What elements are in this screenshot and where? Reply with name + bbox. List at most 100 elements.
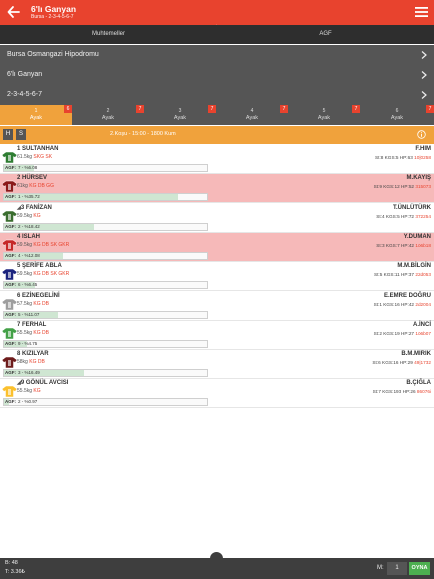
weight-value: 58kg	[17, 359, 28, 366]
coupon-total: T: 3.36₺	[5, 569, 26, 575]
leg-tab-3[interactable]: 3 Ayak 7	[144, 105, 216, 125]
s-filter-button[interactable]: S	[16, 129, 26, 140]
stats-text: St:1 KGS:16 HP:42	[373, 301, 415, 307]
jockey-silk-icon	[2, 181, 17, 193]
horse-weight: 61kg KG DB GG	[17, 183, 54, 189]
coupon-footer: B: 48 T: 3.36₺ M: 1 OYNA	[0, 558, 434, 579]
leg-tab-4[interactable]: 4 Ayak 7	[216, 105, 288, 125]
last-races: 22d053	[415, 272, 431, 278]
tab-agf[interactable]: AGF	[217, 25, 434, 44]
horse-name-text: 4 ISLAH	[17, 233, 41, 240]
leg-tab-2[interactable]: 2 Ayak 7	[72, 105, 144, 125]
leg-count-badge: 7	[352, 105, 360, 113]
agf-text: 3 - %16.49	[18, 370, 40, 376]
race-details: 2.Koşu - 15:00 - 1800 Kum	[110, 131, 176, 137]
horse-name: 1 SULTANHAN	[17, 146, 58, 152]
hippodrome-selector[interactable]: Bursa Osmangazi Hipodromu	[0, 45, 434, 65]
multiplier-input[interactable]: 1	[387, 562, 407, 575]
leg-number: 3	[178, 108, 182, 114]
horse-row[interactable]: 8 KIZILYAR 58kg KG DB AGF: 3 - %16.49 B.M.MI…	[0, 350, 434, 380]
horse-name: 8 KIZILYAR	[17, 351, 49, 357]
leg-count-badge: 6	[64, 105, 72, 113]
horse-row[interactable]: 2 HÜRSEV 61kg KG DB GG AGF: 1 - %35.72 M.KAY…	[0, 174, 434, 204]
equipment-tags: KG DB	[33, 329, 49, 336]
chevron-right-icon	[421, 71, 427, 79]
horse-name: ◢3 FANİZAN	[17, 205, 52, 211]
equipment-tags: SKG SK	[33, 154, 53, 160]
horse-row[interactable]: ◢9 GÖNÜL AVCISI 55.5kg KG AGF: 2 - %0.97 B.Ç…	[0, 379, 434, 409]
horse-stats: St:9 KGS:12 HP:52 315073	[374, 184, 431, 189]
leg-count-badge: 7	[426, 105, 434, 113]
agf-bar: AGF: 5 - %11.07	[3, 310, 208, 319]
h-filter-button[interactable]: H	[3, 129, 13, 140]
jockey-silk-icon	[2, 151, 17, 163]
page-subtitle: Bursa - 2-3-4-5-6-7	[31, 14, 74, 20]
horse-weight: 59.5kg KG	[17, 213, 41, 219]
agf-bar: AGF: 2 - %18.42	[3, 222, 208, 231]
stats-text: St:3 KGS:7 HP:42	[376, 242, 415, 248]
stats-text: St:6 KGS:16 HP:29	[372, 360, 413, 366]
horse-name: ◢9 GÖNÜL AVCISI	[17, 380, 68, 386]
leg-count-badge: 7	[280, 105, 288, 113]
leg-tab-1[interactable]: 1 Ayak 6	[0, 105, 72, 125]
agf-bar: AGF: 2 - %0.97	[3, 398, 208, 407]
jockey-silk-icon	[2, 298, 17, 310]
back-arrow-icon[interactable]	[6, 4, 22, 20]
jockey-name: M.M.BİLGİN	[397, 263, 431, 270]
agf-tag: AGF:	[5, 311, 16, 317]
weight-value: 61.5kg	[17, 154, 33, 160]
horse-row[interactable]: 6 EZİNEGELİNİ 57.5kg KG DB AGF: 5 - %11.07 E…	[0, 291, 434, 321]
jockey-silk-icon	[2, 327, 17, 339]
play-button[interactable]: OYNA	[409, 562, 430, 575]
agf-text: 9 - %4.75	[18, 340, 38, 346]
horse-row[interactable]: ◢3 FANİZAN 59.5kg KG AGF: 2 - %18.42 T.ÜNLÜT…	[0, 203, 434, 233]
weight-value: 57.5kg	[17, 300, 33, 307]
tab-muhtemeller[interactable]: Muhtemeller	[0, 25, 217, 44]
horse-stats: St:7 KGS:193 HP:26 86076i	[373, 389, 431, 394]
bet-type-selector[interactable]: 6'lı Ganyan	[0, 65, 434, 85]
last-races: 10|0258	[414, 155, 431, 160]
jockey-silk-icon	[2, 356, 17, 369]
leg-tab-6[interactable]: 6 Ayak 7	[360, 105, 434, 125]
horse-stats: St:4 KGS:5 HP:72 372254	[376, 214, 431, 219]
leg-tab-5[interactable]: 5 Ayak 7	[288, 105, 360, 125]
horse-name: 2 HÜRSEV	[17, 175, 47, 181]
app-root: 6'lı Ganyan Bursa - 2-3-4-5-6-7 Muhtemel…	[0, 0, 434, 579]
agf-tag: AGF:	[5, 340, 16, 346]
last-races: 86076i	[416, 389, 431, 395]
last-races: 372254	[415, 213, 431, 219]
horse-stats: St:6 KGS:16 HP:29 49|1732	[372, 360, 431, 365]
horse-row[interactable]: 7 FERHAL 55.5kg KG DB AGF: 9 - %4.75 A.İNCİ S…	[0, 320, 434, 350]
agf-bar: AGF: 4 - %12.08	[3, 251, 208, 260]
horse-weight: 55.5kg KG	[17, 388, 41, 394]
horse-weight: 58kg KG DB	[17, 359, 45, 365]
horse-name-text: 9 GÖNÜL AVCISI	[20, 380, 69, 387]
leg-label: Ayak	[245, 115, 259, 121]
info-icon[interactable]	[417, 130, 426, 139]
leg-number: 2	[106, 108, 110, 114]
equipment-tags: KG DB SK GKR	[33, 241, 70, 248]
horse-name-text: 5 ŞERİFE ABLA	[17, 263, 62, 270]
horse-row[interactable]: 1 SULTANHAN 61.5kg SKG SK AGF: 7 - %6.08 F.H…	[0, 145, 434, 174]
horse-row[interactable]: 5 ŞERİFE ABLA 59.5kg KG DB SK GKR AGF: 6 - …	[0, 262, 434, 292]
stats-text: St:2 KGS:19 HP:27	[373, 330, 415, 336]
agf-value: AGF: 2 - %18.42	[5, 224, 40, 229]
agf-bar: AGF: 6 - %6.45	[3, 281, 208, 290]
agf-value: AGF: 3 - %16.49	[5, 370, 40, 375]
weight-value: 59.5kg	[17, 271, 33, 278]
race-selector[interactable]: 2-3-4-5-6-7	[0, 85, 434, 105]
stats-text: St:5 KGS:11 HP:37	[373, 272, 415, 278]
agf-value: AGF: 6 - %6.45	[5, 282, 37, 287]
leg-number: 6	[395, 108, 399, 114]
horse-name-text: 3 FANİZAN	[20, 204, 52, 211]
hamburger-menu-icon[interactable]	[415, 6, 428, 18]
horse-weight: 61.5kg SKG SK	[17, 154, 52, 160]
weight-value: 59.5kg	[17, 241, 33, 248]
leg-number: 1	[34, 108, 38, 114]
agf-text: 2 - %0.97	[18, 399, 38, 405]
jockey-name: Y.DUMAN	[403, 233, 431, 240]
bet-type-label: 6'lı Ganyan	[7, 71, 43, 78]
jockey-silk-icon	[2, 239, 17, 251]
horse-stats: St:2 KGS:19 HP:27 1ö6b07	[374, 331, 431, 336]
horse-row[interactable]: 4 ISLAH 59.5kg KG DB SK GKR AGF: 4 - %12.08…	[0, 232, 434, 262]
